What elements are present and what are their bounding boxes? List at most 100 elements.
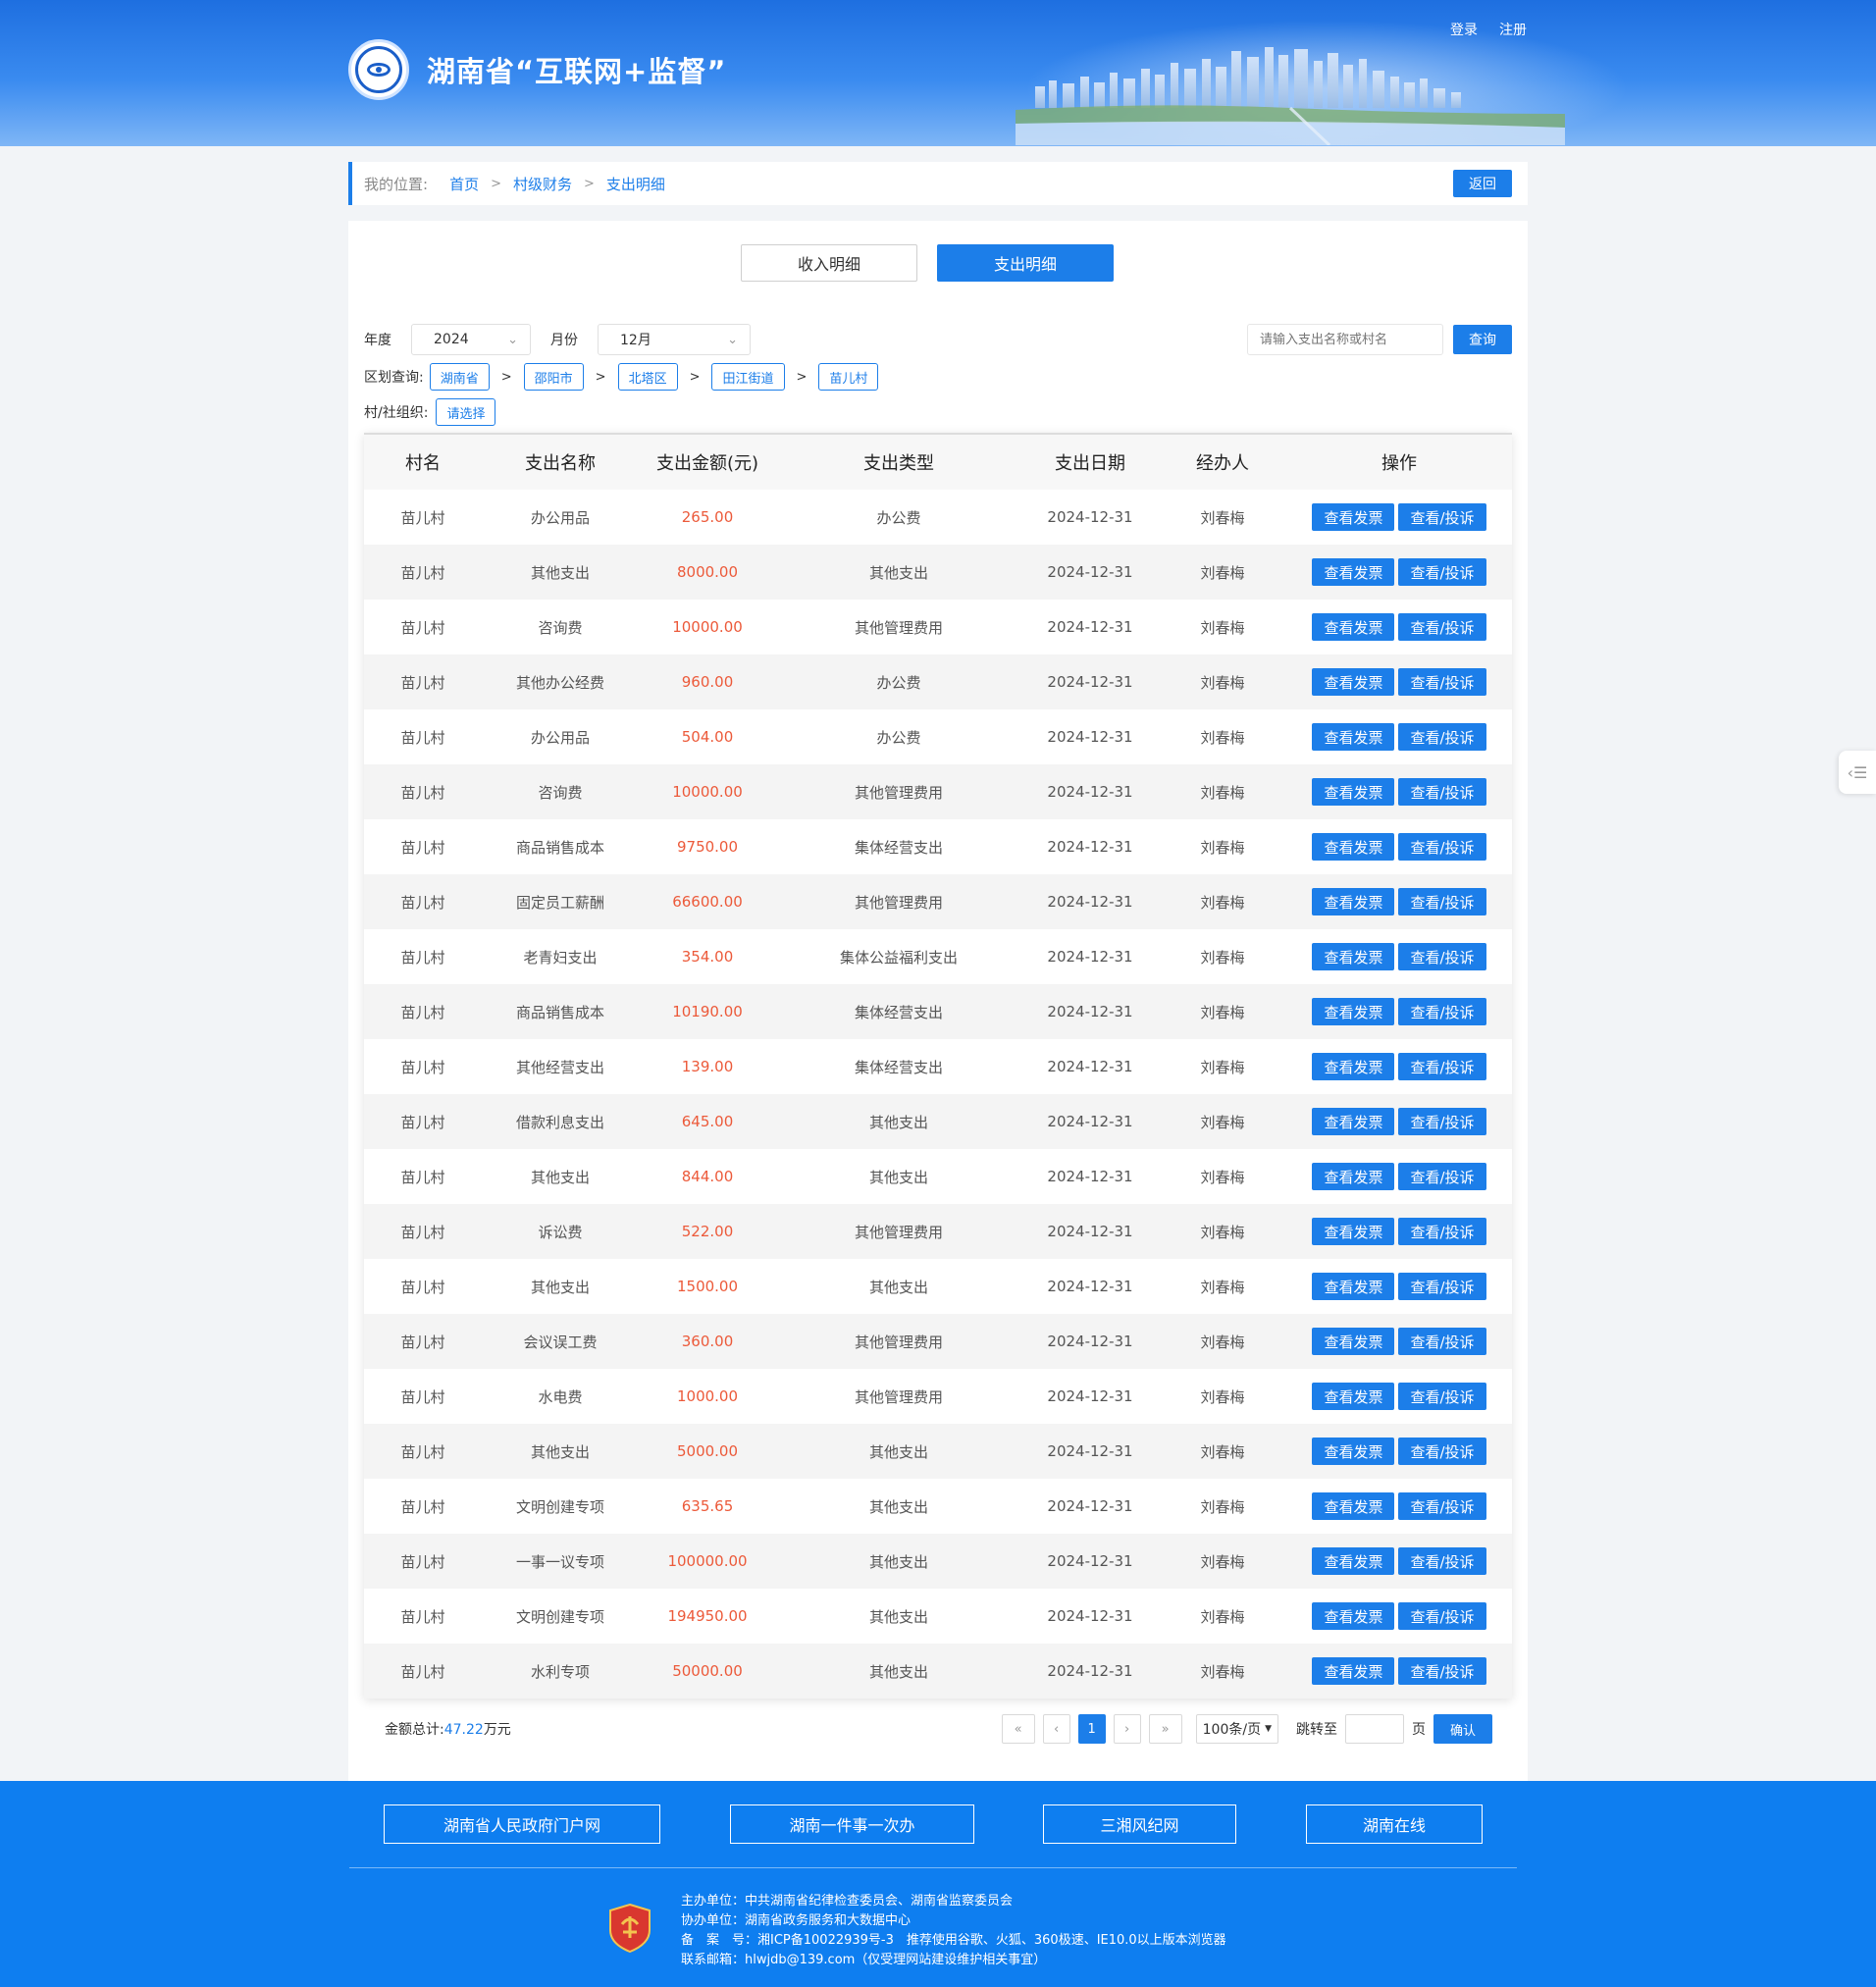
view-invoice-button[interactable]: 查看发票 <box>1312 1163 1395 1190</box>
cell-handler: 刘春梅 <box>1159 1094 1286 1149</box>
view-complain-button[interactable]: 查看/投诉 <box>1398 833 1486 861</box>
prev-page-button[interactable]: ‹ <box>1042 1714 1070 1744</box>
view-complain-button[interactable]: 查看/投诉 <box>1398 1218 1486 1245</box>
view-invoice-button[interactable]: 查看发票 <box>1312 723 1395 751</box>
view-complain-button[interactable]: 查看/投诉 <box>1398 998 1486 1025</box>
view-invoice-button[interactable]: 查看发票 <box>1312 1328 1395 1355</box>
region-tag-province[interactable]: 湖南省 <box>429 363 490 391</box>
footer-link-gov-portal[interactable]: 湖南省人民政府门户网 <box>384 1804 660 1844</box>
view-complain-button[interactable]: 查看/投诉 <box>1398 778 1486 806</box>
tab-expense-detail[interactable]: 支出明细 <box>937 244 1114 282</box>
register-link[interactable]: 注册 <box>1499 20 1527 39</box>
view-complain-button[interactable]: 查看/投诉 <box>1398 723 1486 751</box>
login-link[interactable]: 登录 <box>1450 20 1478 39</box>
cell-village: 苗儿村 <box>364 1204 482 1259</box>
view-complain-button[interactable]: 查看/投诉 <box>1398 1328 1486 1355</box>
back-button[interactable]: 返回 <box>1453 170 1512 197</box>
view-invoice-button[interactable]: 查看发票 <box>1312 668 1395 696</box>
cell-actions: 查看发票 查看/投诉 <box>1286 819 1512 874</box>
view-invoice-button[interactable]: 查看发票 <box>1312 888 1395 915</box>
view-complain-button[interactable]: 查看/投诉 <box>1398 1657 1486 1685</box>
site-logo[interactable]: 湖南省“互联网+监督” <box>348 39 726 100</box>
cell-handler: 刘春梅 <box>1159 1149 1286 1204</box>
page-size-select[interactable]: 100条/页 ▼ <box>1195 1714 1278 1744</box>
view-invoice-button[interactable]: 查看发票 <box>1312 1218 1395 1245</box>
view-invoice-button[interactable]: 查看发票 <box>1312 1602 1395 1630</box>
search-button[interactable]: 查询 <box>1453 325 1512 354</box>
year-select-value: 2024 <box>434 332 469 347</box>
region-tag-village[interactable]: 苗儿村 <box>818 363 879 391</box>
view-invoice-button[interactable]: 查看发票 <box>1312 1438 1395 1465</box>
breadcrumb-expense-detail[interactable]: 支出明细 <box>606 174 665 194</box>
year-select[interactable]: 2024 ⌄ <box>411 324 531 355</box>
column-header: 村名 <box>364 435 482 490</box>
view-invoice-button[interactable]: 查看发票 <box>1312 1383 1395 1410</box>
view-invoice-button[interactable]: 查看发票 <box>1312 833 1395 861</box>
region-tag-district[interactable]: 北塔区 <box>617 363 678 391</box>
cell-expense-name: 文明创建专项 <box>482 1589 639 1644</box>
view-invoice-button[interactable]: 查看发票 <box>1312 1657 1395 1685</box>
view-invoice-button[interactable]: 查看发票 <box>1312 1273 1395 1300</box>
column-header: 操作 <box>1286 435 1512 490</box>
jump-page-input[interactable] <box>1345 1714 1404 1744</box>
org-select-button[interactable]: 请选择 <box>436 398 496 426</box>
cell-amount: 5000.00 <box>639 1424 776 1479</box>
view-complain-button[interactable]: 查看/投诉 <box>1398 1163 1486 1190</box>
cell-expense-name: 咨询费 <box>482 764 639 819</box>
site-title: 湖南省“互联网+监督” <box>427 55 727 88</box>
view-complain-button[interactable]: 查看/投诉 <box>1398 943 1486 970</box>
view-invoice-button[interactable]: 查看发票 <box>1312 1053 1395 1080</box>
month-select[interactable]: 12月 ⌄ <box>598 324 751 355</box>
view-complain-button[interactable]: 查看/投诉 <box>1398 1602 1486 1630</box>
table-row: 苗儿村 一事一议专项 100000.00 其他支出 2024-12-31 刘春梅 查看发票查… <box>364 1534 1512 1589</box>
view-complain-button[interactable]: 查看/投诉 <box>1398 1108 1486 1135</box>
page-number-current[interactable]: 1 <box>1077 1714 1106 1744</box>
view-invoice-button[interactable]: 查看发票 <box>1312 1547 1395 1575</box>
table-row: 苗儿村 其他支出 8000.00 其他支出 2024-12-31 刘春梅 查看发票 查看/投诉 <box>364 545 1512 600</box>
search-input[interactable] <box>1247 324 1443 355</box>
region-tag-street[interactable]: 田江街道 <box>711 363 785 391</box>
view-complain-button[interactable]: 查看/投诉 <box>1398 613 1486 641</box>
view-complain-button[interactable]: 查看/投诉 <box>1398 668 1486 696</box>
tab-income-detail[interactable]: 收入明细 <box>741 244 917 282</box>
view-complain-button[interactable]: 查看/投诉 <box>1398 1383 1486 1410</box>
view-complain-button[interactable]: 查看/投诉 <box>1398 1492 1486 1520</box>
view-complain-button[interactable]: 查看/投诉 <box>1398 1438 1486 1465</box>
cell-date: 2024-12-31 <box>1021 1094 1159 1149</box>
first-page-button[interactable]: « <box>1001 1714 1035 1744</box>
breadcrumb-home[interactable]: 首页 <box>449 174 479 194</box>
cell-expense-type: 其他支出 <box>776 1644 1021 1699</box>
view-complain-button[interactable]: 查看/投诉 <box>1398 1273 1486 1300</box>
view-complain-button[interactable]: 查看/投诉 <box>1398 558 1486 586</box>
cell-expense-type: 其他管理费用 <box>776 600 1021 654</box>
table-row: 苗儿村 文明创建专项 635.65 其他支出 2024-12-31 刘春梅 查看发票 查看/投… <box>364 1479 1512 1534</box>
view-complain-button[interactable]: 查看/投诉 <box>1398 888 1486 915</box>
view-invoice-button[interactable]: 查看发票 <box>1312 778 1395 806</box>
cell-date: 2024-12-31 <box>1021 764 1159 819</box>
cell-actions: 查看发票 查看/投诉 <box>1286 984 1512 1039</box>
view-invoice-button[interactable]: 查看发票 <box>1312 943 1395 970</box>
site-footer: 湖南省人民政府门户网 湖南一件事一次办 三湘风纪网 湖南在线 主办单位：中共湖南… <box>0 1781 1876 1987</box>
next-page-button[interactable]: › <box>1113 1714 1141 1744</box>
side-menu-toggle[interactable]: ‹☰ <box>1839 751 1876 794</box>
cell-date: 2024-12-31 <box>1021 654 1159 709</box>
breadcrumb-village-finance[interactable]: 村级财务 <box>513 174 572 194</box>
cell-village: 苗儿村 <box>364 1644 482 1699</box>
chevron-down-icon: ⌄ <box>507 332 518 347</box>
view-invoice-button[interactable]: 查看发票 <box>1312 1492 1395 1520</box>
footer-link-sanxiang[interactable]: 三湘风纪网 <box>1043 1804 1236 1844</box>
view-invoice-button[interactable]: 查看发票 <box>1312 503 1395 531</box>
view-invoice-button[interactable]: 查看发票 <box>1312 558 1395 586</box>
footer-link-hunan-online[interactable]: 湖南在线 <box>1306 1804 1483 1844</box>
footer-host: 主办单位：中共湖南省纪律检查委员会、湖南省监察委员会 <box>681 1894 1014 1909</box>
view-invoice-button[interactable]: 查看发票 <box>1312 998 1395 1025</box>
view-invoice-button[interactable]: 查看发票 <box>1312 1108 1395 1135</box>
region-tag-city[interactable]: 邵阳市 <box>523 363 584 391</box>
last-page-button[interactable]: » <box>1148 1714 1182 1744</box>
jump-confirm-button[interactable]: 确认 <box>1433 1714 1492 1744</box>
view-complain-button[interactable]: 查看/投诉 <box>1398 1547 1486 1575</box>
footer-link-one-thing[interactable]: 湖南一件事一次办 <box>730 1804 974 1844</box>
view-complain-button[interactable]: 查看/投诉 <box>1398 503 1486 531</box>
view-complain-button[interactable]: 查看/投诉 <box>1398 1053 1486 1080</box>
view-invoice-button[interactable]: 查看发票 <box>1312 613 1395 641</box>
